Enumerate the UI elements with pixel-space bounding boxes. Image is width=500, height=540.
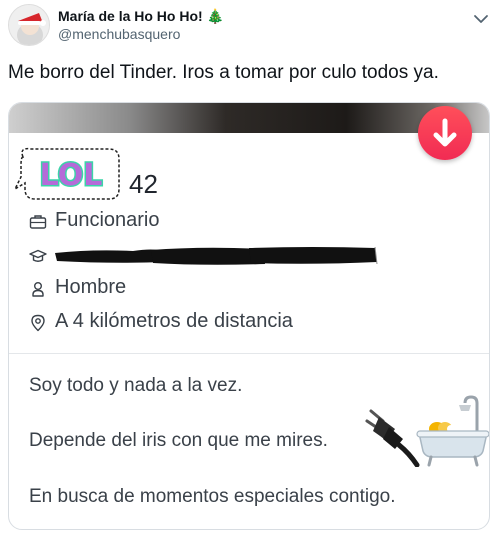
- distance-row: A 4 kilómetros de distancia: [29, 310, 479, 336]
- bio-line: Soy todo y nada a la vez.: [29, 375, 243, 396]
- bio-line: En busca de momentos especiales contigo.: [29, 486, 396, 507]
- gender-text: Hombre: [55, 276, 127, 298]
- job-text: Funcionario: [55, 209, 160, 231]
- bathtub-emoji: [416, 395, 489, 467]
- avatar[interactable]: [8, 4, 50, 46]
- chevron-down-icon[interactable]: [472, 12, 490, 26]
- briefcase-icon: [29, 215, 47, 229]
- bio-line: Depende del iris con que me mires.: [29, 430, 328, 451]
- graduation-cap-icon: [29, 249, 47, 262]
- handle[interactable]: @menchubasquero: [58, 26, 180, 42]
- electric-plug-emoji: [365, 409, 420, 467]
- display-name[interactable]: María de la Ho Ho Ho! 🎄: [58, 8, 224, 25]
- lol-sticker: LOL: [13, 147, 120, 200]
- arrow-down-icon: [433, 118, 457, 147]
- tweet-header: María de la Ho Ho Ho! 🎄 @menchubasquero: [0, 0, 500, 52]
- lol-sticker-text: LOL: [40, 158, 103, 193]
- distance-text: A 4 kilómetros de distancia: [55, 310, 293, 332]
- pass-button[interactable]: [418, 106, 472, 160]
- profile-age: 42: [129, 169, 158, 199]
- tinder-profile-card[interactable]: LOL 42 Funcionario Hombre A 4 kilómetros…: [8, 102, 490, 530]
- gender-row: Hombre: [29, 276, 479, 302]
- tweet-text: Me borro del Tinder. Iros a tomar por cu…: [8, 62, 439, 83]
- redacted-text: [55, 246, 378, 265]
- job-row: Funcionario: [29, 209, 479, 235]
- person-icon: [32, 282, 44, 297]
- divider: [9, 353, 489, 354]
- location-pin-icon: [31, 314, 45, 332]
